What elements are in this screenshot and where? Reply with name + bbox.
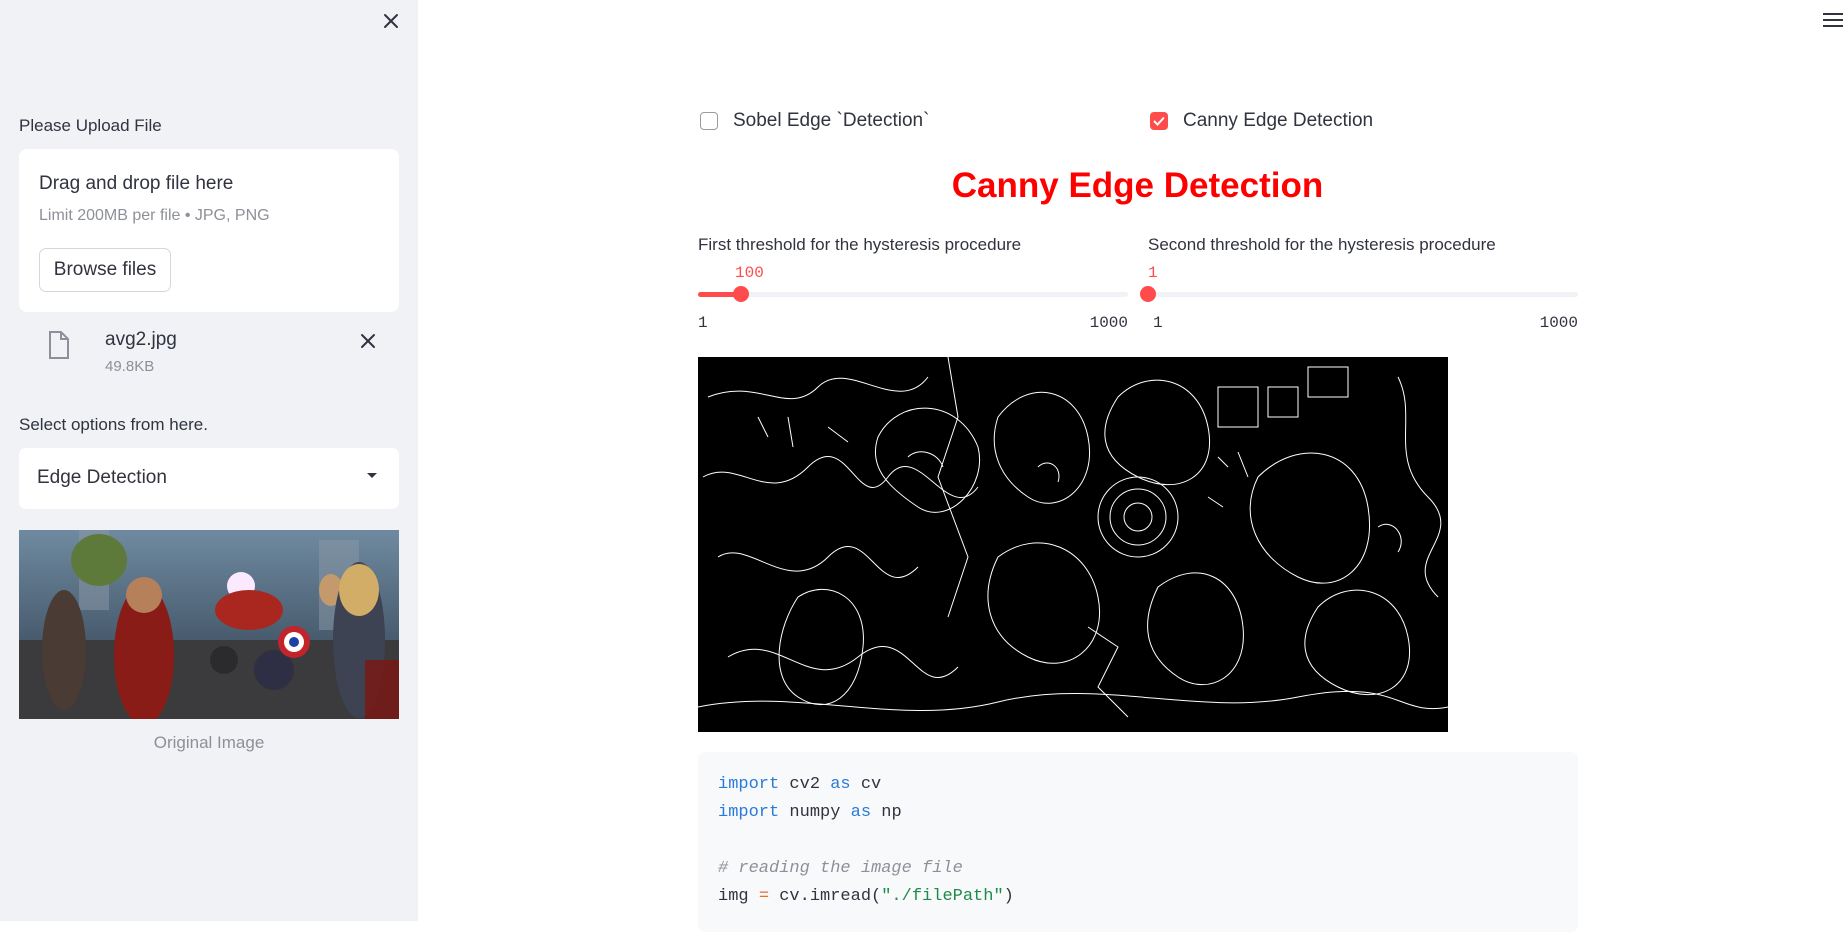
slider2-label: Second threshold for the hysteresis proc… (1148, 235, 1496, 254)
slider2-value: 1 (1148, 264, 1158, 282)
code-line-2: import numpy as np (718, 803, 902, 822)
file-dropzone[interactable]: Drag and drop file here Limit 200MB per … (19, 149, 399, 312)
page-title: Canny Edge Detection (951, 166, 1324, 205)
dropzone-title: Drag and drop file here (39, 173, 234, 194)
canny-checkbox-box[interactable] (1150, 112, 1168, 130)
code-block: import cv2 as cv import numpy as np # re… (698, 752, 1578, 932)
sidebar: Please Upload File Drag and drop file he… (0, 0, 418, 921)
file-size: 49.8KB (105, 358, 155, 375)
close-icon (361, 334, 375, 348)
sobel-checkbox[interactable]: Sobel Edge `Detection` (700, 110, 929, 132)
slider2-thumb[interactable] (1140, 286, 1156, 302)
code-module: cv2 (779, 775, 831, 794)
slider1-max: 1000 (1089, 314, 1128, 332)
image-caption: Original Image (153, 733, 265, 752)
code-module: numpy (779, 803, 851, 822)
slider2-max: 1000 (1539, 314, 1578, 332)
slider1[interactable]: 100 1 1000 (698, 264, 1128, 332)
chevron-down-icon (367, 473, 377, 478)
hamburger-icon[interactable] (1820, 8, 1846, 32)
code-line-5: img = cv.imread("./filePath") (718, 887, 1014, 906)
uploaded-file: avg2.jpg 49.8KB (19, 322, 399, 382)
select-value: Edge Detection (37, 467, 167, 488)
code-paren: ) (1003, 887, 1014, 906)
code-operator: = (758, 887, 770, 906)
canny-checkbox[interactable]: Canny Edge Detection (1150, 110, 1373, 132)
browse-files-button[interactable]: Browse files (39, 248, 171, 292)
remove-file-button[interactable] (355, 328, 381, 354)
slider2[interactable]: 1 1 1000 (1140, 264, 1578, 332)
sobel-checkbox-label: Sobel Edge `Detection` (733, 110, 930, 131)
code-keyword: import (718, 775, 780, 794)
slider1-thumb[interactable] (733, 286, 749, 302)
slider1-value: 100 (735, 264, 764, 282)
code-line-1: import cv2 as cv (718, 775, 881, 794)
code-alias: np (871, 803, 902, 822)
slider1-track[interactable] (698, 292, 1128, 297)
dropzone-limit: Limit 200MB per file • JPG, PNG (39, 207, 270, 224)
code-string: "./filePath" (881, 887, 1004, 906)
code-variable: img (718, 887, 759, 906)
code-alias: cv (850, 775, 882, 794)
original-image (19, 530, 399, 719)
canny-checkbox-label: Canny Edge Detection (1183, 110, 1374, 131)
slider1-label: First threshold for the hysteresis proce… (698, 235, 1022, 254)
mode-select[interactable]: Edge Detection (19, 448, 399, 509)
close-icon (384, 14, 398, 28)
file-icon (49, 331, 69, 359)
file-name: avg2.jpg (105, 329, 177, 350)
slider2-min: 1 (1153, 314, 1163, 332)
check-icon (1153, 116, 1165, 126)
slider2-track[interactable] (1148, 292, 1578, 297)
sobel-checkbox-box[interactable] (700, 112, 718, 130)
code-keyword: import (718, 803, 780, 822)
canny-output-image (698, 357, 1448, 732)
code-keyword: as (830, 775, 851, 794)
code-keyword: as (850, 803, 872, 822)
upload-label: Please Upload File (19, 116, 162, 135)
close-sidebar-button[interactable] (378, 8, 404, 34)
code-comment: # reading the image file (718, 859, 963, 878)
code-call: cv.imread( (769, 887, 882, 906)
options-label: Select options from here. (19, 415, 208, 434)
slider1-min: 1 (698, 314, 708, 332)
